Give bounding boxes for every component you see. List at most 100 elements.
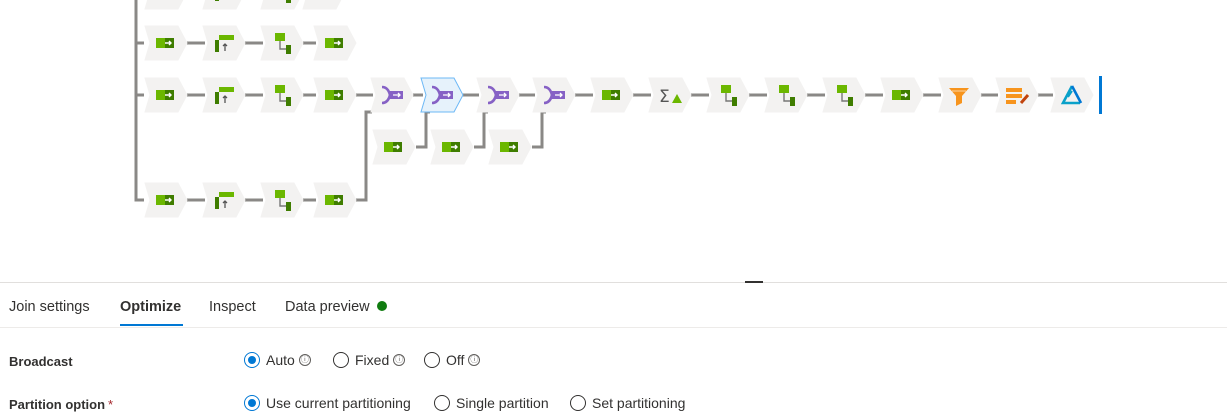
- info-icon[interactable]: ⓘ: [298, 354, 311, 366]
- conditional-split-icon: [260, 77, 304, 113]
- select-node[interactable]: [313, 182, 357, 218]
- tab-inspect[interactable]: Inspect: [209, 299, 256, 315]
- connector-line: [474, 110, 488, 149]
- select-icon: [144, 77, 188, 113]
- tab-optimize[interactable]: Optimize: [120, 299, 181, 315]
- conditional-split-icon: [260, 0, 300, 10]
- select-node[interactable]: [372, 129, 416, 165]
- partition-option-text: Partition option: [9, 397, 106, 412]
- tab-data-preview-label: Data preview: [285, 299, 370, 315]
- select-node[interactable]: [488, 129, 532, 165]
- radio-circle-icon: [244, 395, 260, 411]
- select-icon: [880, 77, 924, 113]
- radio-circle-icon: [244, 352, 260, 368]
- select-node[interactable]: [144, 77, 188, 113]
- join-node[interactable]: [370, 77, 414, 113]
- connector-line: [134, 0, 144, 202]
- sink-icon: [1050, 77, 1094, 113]
- broadcast-off-radio[interactable]: Off ⓘ: [424, 352, 481, 368]
- select-icon: [302, 0, 342, 10]
- select-icon: [313, 182, 357, 218]
- select-icon: [144, 0, 184, 10]
- select-icon: [488, 129, 532, 165]
- select-node[interactable]: [313, 25, 357, 61]
- select-node[interactable]: [144, 182, 188, 218]
- resize-handle[interactable]: [745, 281, 763, 283]
- join-icon: [532, 77, 576, 113]
- select-icon: [313, 25, 357, 61]
- conditional-split-node[interactable]: [764, 77, 808, 113]
- partition-single-radio[interactable]: Single partition: [434, 395, 549, 411]
- conditional-split-icon: [764, 77, 808, 113]
- radio-circle-icon: [434, 395, 450, 411]
- select-icon: [144, 25, 188, 61]
- derived-column-node[interactable]: [202, 0, 246, 10]
- tab-data-preview[interactable]: Data preview: [285, 299, 387, 315]
- connector-line: [356, 110, 372, 202]
- select-node[interactable]: [302, 0, 346, 10]
- panel-divider: [0, 282, 1227, 283]
- conditional-split-node[interactable]: [260, 182, 304, 218]
- partition-current-radio[interactable]: Use current partitioning: [244, 395, 411, 411]
- join-node[interactable]: [420, 77, 464, 113]
- broadcast-fixed-radio[interactable]: Fixed ⓘ: [333, 352, 406, 368]
- join-node[interactable]: [476, 77, 520, 113]
- conditional-split-node[interactable]: [260, 25, 304, 61]
- conditional-split-node[interactable]: [260, 77, 304, 113]
- derived-column-icon: [202, 182, 246, 218]
- radio-circle-icon: [333, 352, 349, 368]
- join-icon: [370, 77, 414, 113]
- derived-column-node[interactable]: [202, 25, 246, 61]
- conditional-split-node[interactable]: [706, 77, 750, 113]
- connector-line: [532, 110, 546, 149]
- derived-column-node[interactable]: [202, 182, 246, 218]
- radio-label: Off: [446, 352, 465, 368]
- aggregate-node[interactable]: Σ: [648, 77, 692, 113]
- radio-label: Single partition: [456, 395, 549, 411]
- sink-selection-marker: [1099, 76, 1102, 114]
- sink-node[interactable]: [1050, 77, 1094, 113]
- filter-node[interactable]: [938, 77, 982, 113]
- select-node[interactable]: [430, 129, 474, 165]
- select-node[interactable]: [313, 77, 357, 113]
- select-icon: [313, 77, 357, 113]
- join-node[interactable]: [532, 77, 576, 113]
- conditional-split-node[interactable]: [260, 0, 304, 10]
- select-node[interactable]: [144, 25, 188, 61]
- conditional-split-node[interactable]: [822, 77, 866, 113]
- aggregate-icon: Σ: [648, 77, 692, 113]
- required-mark: *: [108, 397, 114, 412]
- derived-column-icon: [202, 25, 246, 61]
- broadcast-label: Broadcast: [9, 354, 73, 369]
- data-flow-canvas[interactable]: Σ: [0, 0, 1227, 282]
- conditional-split-icon: [260, 182, 304, 218]
- select-node[interactable]: [880, 77, 924, 113]
- radio-circle-icon: [570, 395, 586, 411]
- connector-line: [416, 110, 430, 149]
- derived-column-icon: [202, 0, 242, 10]
- select-icon: [372, 129, 416, 165]
- alter-row-node[interactable]: [995, 77, 1039, 113]
- broadcast-auto-radio[interactable]: Auto ⓘ: [244, 352, 311, 368]
- conditional-split-icon: [706, 77, 750, 113]
- conditional-split-icon: [260, 25, 304, 61]
- select-icon: [590, 77, 634, 113]
- partition-set-radio[interactable]: Set partitioning: [570, 395, 685, 411]
- info-icon[interactable]: ⓘ: [393, 354, 406, 366]
- settings-tabs: Join settings Optimize Inspect Data prev…: [0, 289, 1227, 328]
- select-node[interactable]: [144, 0, 188, 10]
- select-node[interactable]: [590, 77, 634, 113]
- derived-column-icon: [202, 77, 246, 113]
- radio-circle-icon: [424, 352, 440, 368]
- partition-option-label: Partition option *: [9, 397, 113, 412]
- radio-label: Auto: [266, 352, 295, 368]
- tab-join-settings[interactable]: Join settings: [9, 299, 90, 315]
- status-dot-icon: [376, 301, 387, 311]
- derived-column-node[interactable]: [202, 77, 246, 113]
- filter-icon: [938, 77, 982, 113]
- alter-row-icon: [995, 77, 1039, 113]
- radio-label: Use current partitioning: [266, 395, 411, 411]
- conditional-split-icon: [822, 77, 866, 113]
- info-icon[interactable]: ⓘ: [468, 354, 481, 366]
- svg-text:Σ: Σ: [659, 87, 670, 107]
